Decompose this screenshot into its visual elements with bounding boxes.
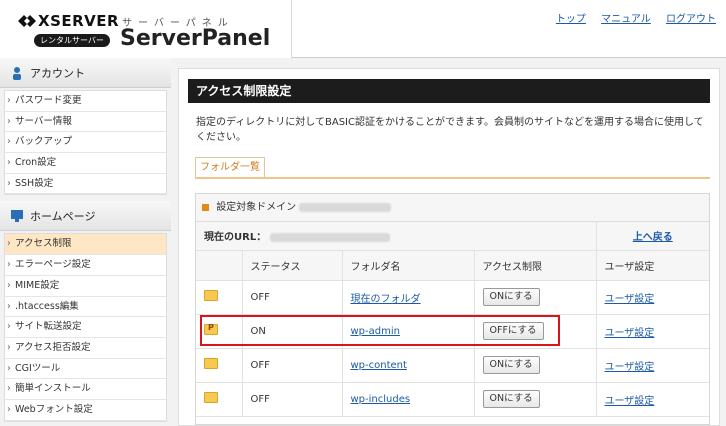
logout-link[interactable]: ログアウト — [666, 14, 716, 25]
folder-icon — [204, 290, 218, 301]
top-links: トップ マニュアル ログアウト — [544, 10, 716, 25]
sidebar-item-mime[interactable]: MIME設定 — [5, 276, 166, 297]
domain-redacted — [299, 202, 392, 212]
access-column-header: アクセス制限 — [474, 250, 597, 281]
protected-folder-icon — [204, 323, 218, 335]
folder-table: 現在のURL： 上へ戻る ステータス フォルダ名 アクセス制限 ユーザ設定 OF… — [196, 222, 709, 417]
monitor-icon — [11, 209, 23, 222]
xserver-logo-icon — [18, 15, 36, 27]
table-row: OFF wp-includes ONにする ユーザ設定 — [196, 382, 709, 417]
url-redacted — [269, 232, 390, 242]
logo-block[interactable]: XSERVER レンタルサーバー サーバーパネル ServerPanel — [0, 0, 292, 58]
sidebar-item-access-limit[interactable]: アクセス制限 — [5, 234, 166, 256]
sidebar-section-title: アカウント — [30, 66, 85, 80]
folder-link[interactable]: wp-content — [351, 360, 407, 371]
domain-row: 設定対象ドメイン — [196, 194, 709, 222]
status-cell: OFF — [242, 348, 343, 383]
status-cell: OFF — [242, 280, 343, 315]
folder-link[interactable]: 現在のフォルダ — [351, 294, 421, 305]
sidebar-item-access-deny[interactable]: アクセス拒否設定 — [5, 338, 166, 359]
user-settings-link[interactable]: ユーザ設定 — [605, 396, 655, 407]
sidebar-item-cgi-tools[interactable]: CGIツール — [5, 359, 166, 380]
url-label: 現在のURL： — [204, 232, 267, 244]
sidebar-item-htaccess[interactable]: .htaccess編集 — [5, 297, 166, 318]
toggle-access-button[interactable]: OFFにする — [482, 322, 544, 340]
sidebar-item-server-info[interactable]: サーバー情報 — [5, 112, 166, 133]
table-row: OFF wp-content ONにする ユーザ設定 — [196, 348, 709, 383]
tab-folder-list[interactable]: フォルダ一覧 — [195, 157, 265, 177]
sidebar-item-password[interactable]: パスワード変更 — [5, 91, 166, 112]
user-settings-link[interactable]: ユーザ設定 — [605, 294, 655, 305]
brand-name: XSERVER — [38, 12, 120, 30]
url-row: 現在のURL： 上へ戻る — [196, 222, 709, 251]
sidebar-item-error-page[interactable]: エラーページ設定 — [5, 255, 166, 276]
panel-title: ServerPanel — [120, 26, 271, 51]
user-settings-link[interactable]: ユーザ設定 — [605, 362, 655, 373]
icon-column-header — [196, 250, 243, 281]
status-cell: ON — [242, 314, 343, 349]
sidebar-list-account: パスワード変更 サーバー情報 バックアップ Cron設定 SSH設定 — [4, 90, 167, 196]
back-link[interactable]: 上へ戻る — [633, 232, 673, 243]
sidebar-item-web-font[interactable]: Webフォント設定 — [5, 400, 166, 421]
status-cell: OFF — [242, 382, 343, 417]
sidebar-item-site-transfer[interactable]: サイト転送設定 — [5, 317, 166, 338]
manual-link[interactable]: マニュアル — [601, 14, 651, 25]
person-icon — [13, 66, 21, 80]
user-settings-link[interactable]: ユーザ設定 — [605, 328, 655, 339]
top-link[interactable]: トップ — [556, 14, 586, 25]
page-description: 指定のディレクトリに対してBASIC認証をかけることができます。会員制のサイトな… — [196, 117, 704, 143]
folder-column-header: フォルダ名 — [342, 250, 475, 281]
sidebar-item-cron[interactable]: Cron設定 — [5, 153, 166, 174]
folder-panel: 設定対象ドメイン 現在のURL： 上へ戻る ステータス フォルダ名 アクセス制限… — [195, 193, 710, 425]
page-title: アクセス制限設定 — [188, 79, 710, 103]
table-row: OFF 現在のフォルダ ONにする ユーザ設定 — [196, 280, 709, 315]
user-column-header: ユーザ設定 — [596, 250, 709, 281]
brand-badge: レンタルサーバー — [34, 34, 110, 47]
sidebar-list-homepage: アクセス制限 エラーページ設定 MIME設定 .htaccess編集 サイト転送… — [4, 233, 167, 422]
table-row: ON wp-admin OFFにする ユーザ設定 — [196, 314, 709, 349]
toggle-access-button[interactable]: ONにする — [482, 390, 540, 408]
folder-link[interactable]: wp-includes — [351, 394, 411, 405]
toggle-access-button[interactable]: ONにする — [482, 356, 540, 374]
main-content: アクセス制限設定 指定のディレクトリに対してBASIC認証をかけることができます… — [178, 68, 720, 426]
sidebar-section-account[interactable]: アカウント — [0, 58, 171, 88]
folder-icon — [204, 392, 218, 403]
toggle-access-button[interactable]: ONにする — [482, 288, 540, 306]
sidebar-section-homepage[interactable]: ホームページ — [0, 201, 171, 232]
status-column-header: ステータス — [242, 250, 343, 281]
sidebar: アカウント パスワード変更 サーバー情報 バックアップ Cron設定 SSH設定… — [0, 58, 171, 426]
table-header: ステータス フォルダ名 アクセス制限 ユーザ設定 — [196, 250, 709, 281]
sidebar-item-easy-install[interactable]: 簡単インストール — [5, 379, 166, 400]
sidebar-item-ssh[interactable]: SSH設定 — [5, 174, 166, 195]
folder-link[interactable]: wp-admin — [351, 326, 400, 337]
domain-label: 設定対象ドメイン — [216, 202, 297, 213]
header: XSERVER レンタルサーバー サーバーパネル ServerPanel トップ… — [0, 0, 726, 58]
folder-icon — [204, 358, 218, 369]
bullet-square-icon — [202, 203, 209, 211]
sidebar-item-backup[interactable]: バックアップ — [5, 132, 166, 154]
tab-underline — [195, 177, 710, 179]
sidebar-section-title: ホームページ — [30, 209, 96, 223]
